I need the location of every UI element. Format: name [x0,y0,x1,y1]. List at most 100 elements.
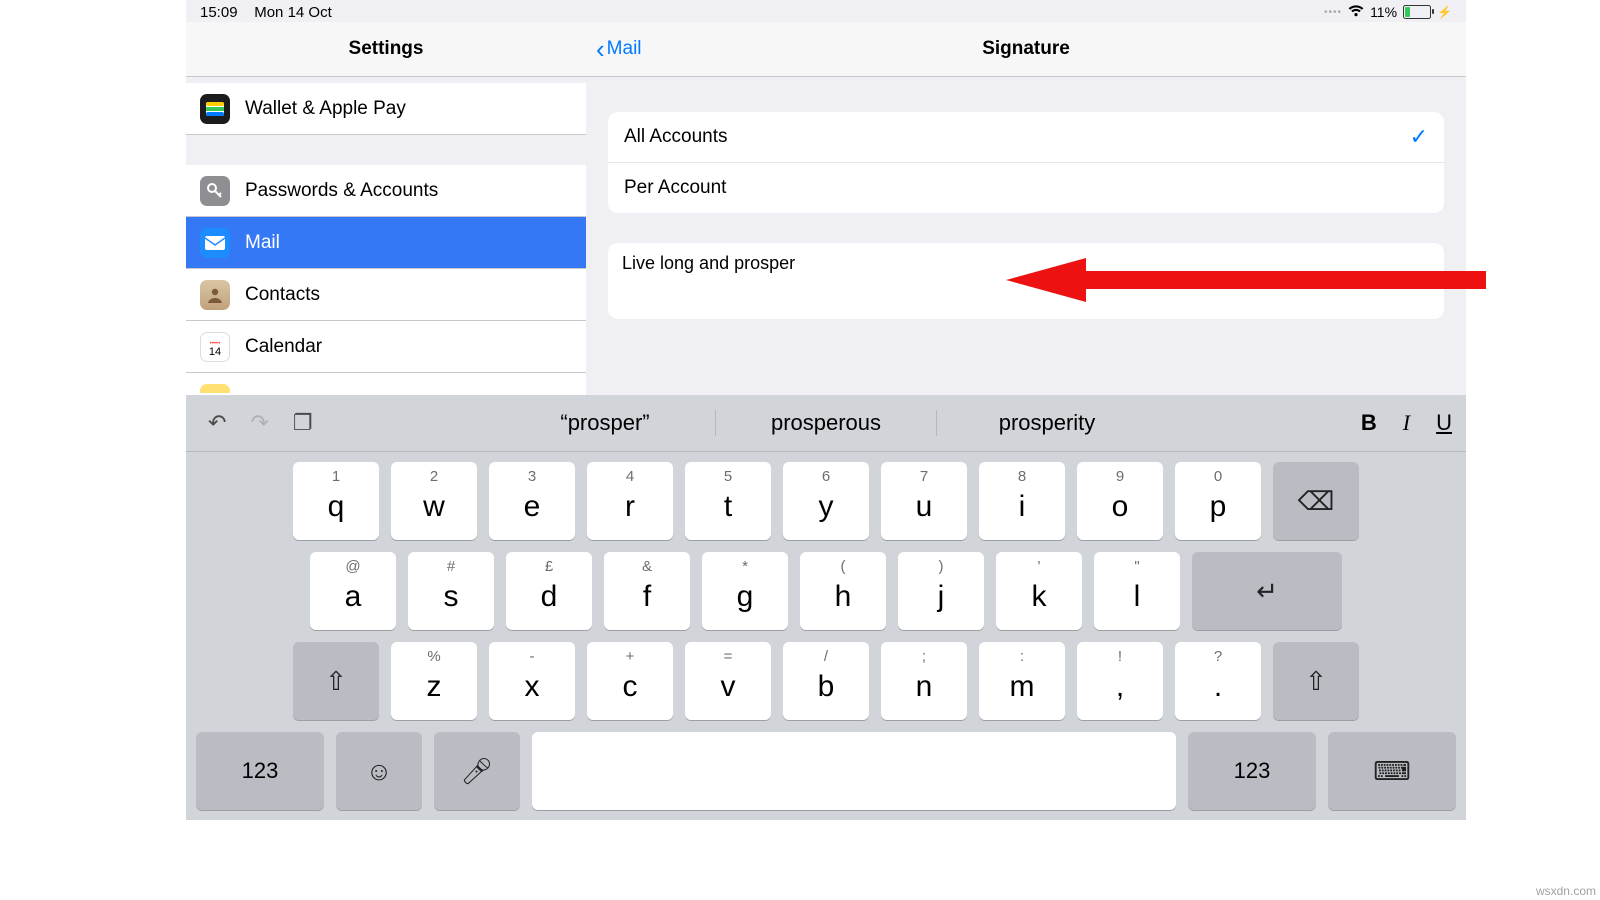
hide-keyboard-key[interactable]: ⌨︎ [1328,732,1456,810]
key-main-label: h [835,580,852,614]
key-main-label: f [643,580,651,614]
settings-row-calendar[interactable]: •••••14 Calendar [186,321,586,373]
signature-scope-group: All Accounts ✓ Per Account [608,112,1444,213]
settings-row-contacts[interactable]: Contacts [186,269,586,321]
key-alt-label: ( [841,558,846,575]
key-alt-label: 5 [724,468,732,485]
key-e[interactable]: 3e [489,462,575,540]
key-z[interactable]: %z [391,642,477,720]
key-alt-label: " [1134,558,1139,575]
return-icon: ↵ [1256,576,1278,607]
key-main-label: , [1116,670,1124,704]
settings-row-passwords[interactable]: Passwords & Accounts [186,165,586,217]
numbers-key[interactable]: 123 [1188,732,1316,810]
back-button[interactable]: ‹ Mail [596,22,642,76]
key-alt-label: 9 [1116,468,1124,485]
key-alt-label: ' [1038,558,1041,575]
key-main-label: a [345,580,362,614]
key-main-label: v [721,670,736,704]
emoji-key[interactable]: ☺ [336,732,422,810]
key-main-label: i [1019,490,1026,524]
keyboard-format: B I U [1361,410,1452,436]
key-,[interactable]: !, [1077,642,1163,720]
settings-title: Settings [349,38,424,60]
suggestion[interactable]: prosperity [937,410,1157,436]
dictation-key[interactable]: 🎤︎ [434,732,520,810]
key-w[interactable]: 2w [391,462,477,540]
keyboard-suggestions: “prosper” prosperous prosperity [186,410,1466,436]
key-d[interactable]: £d [506,552,592,630]
key-main-label: t [724,490,732,524]
emoji-icon: ☺ [366,756,393,787]
suggestion[interactable]: “prosper” [495,410,716,436]
key-o[interactable]: 9o [1077,462,1163,540]
key-j[interactable]: )j [898,552,984,630]
key-main-label: . [1214,670,1222,704]
onscreen-keyboard: ↶ ↷ ❐ “prosper” prosperous prosperity B … [186,395,1466,820]
key-alt-label: 1 [332,468,340,485]
key-a[interactable]: @a [310,552,396,630]
status-date: Mon 14 Oct [254,4,332,21]
calendar-icon: •••••14 [200,332,230,362]
settings-row-label: Calendar [245,336,322,358]
key-y[interactable]: 6y [783,462,869,540]
back-label: Mail [607,38,642,60]
key-b[interactable]: /b [783,642,869,720]
key-alt-label: 0 [1214,468,1222,485]
key-l[interactable]: "l [1094,552,1180,630]
key-f[interactable]: &f [604,552,690,630]
option-per-account[interactable]: Per Account [608,163,1444,213]
key-.[interactable]: ?. [1175,642,1261,720]
suggestion[interactable]: prosperous [716,410,937,436]
spacebar-key[interactable] [532,732,1176,810]
settings-row-label: Contacts [245,284,320,306]
backspace-key[interactable]: ⌫ [1273,462,1359,540]
shift-key[interactable]: ⇧ [293,642,379,720]
settings-row-wallet[interactable]: Wallet & Apple Pay [186,83,586,135]
detail-navbar: ‹ Mail Signature [586,22,1466,77]
charging-icon: ⚡ [1437,5,1452,19]
key-main-label: d [541,580,558,614]
settings-row-mail[interactable]: Mail [186,217,586,269]
key-s[interactable]: #s [408,552,494,630]
key-h[interactable]: (h [800,552,886,630]
key-k[interactable]: 'k [996,552,1082,630]
key-m[interactable]: :m [979,642,1065,720]
key-main-label: g [737,580,754,614]
key-r[interactable]: 4r [587,462,673,540]
key-n[interactable]: ;n [881,642,967,720]
return-key[interactable]: ↵ [1192,552,1342,630]
watermark: wsxdn.com [1536,884,1596,898]
key-main-label: x [525,670,540,704]
option-all-accounts[interactable]: All Accounts ✓ [608,112,1444,163]
key-u[interactable]: 7u [881,462,967,540]
numbers-key[interactable]: 123 [196,732,324,810]
key-i[interactable]: 8i [979,462,1065,540]
battery-icon [1403,5,1431,19]
settings-row-label: Wallet & Apple Pay [245,98,406,120]
key-t[interactable]: 5t [685,462,771,540]
underline-button[interactable]: U [1436,410,1452,436]
key-alt-label: @ [345,558,360,575]
shift-key[interactable]: ⇧ [1273,642,1359,720]
key-x[interactable]: -x [489,642,575,720]
key-alt-label: ? [1214,648,1222,665]
key-q[interactable]: 1q [293,462,379,540]
svg-text:14: 14 [209,346,221,358]
italic-button[interactable]: I [1403,410,1410,436]
key-main-label: n [916,670,933,704]
key-alt-label: 3 [528,468,536,485]
key-p[interactable]: 0p [1175,462,1261,540]
key-main-label: e [524,490,541,524]
key-c[interactable]: +c [587,642,673,720]
settings-navbar: Settings [186,22,586,77]
bold-button[interactable]: B [1361,410,1377,436]
key-v[interactable]: =v [685,642,771,720]
key-g[interactable]: *g [702,552,788,630]
option-label: All Accounts [624,126,728,148]
key-alt-label: : [1020,648,1024,665]
key-main-label: b [818,670,835,704]
status-time: 15:09 [200,4,238,21]
wifi-icon [1348,4,1364,20]
signature-text-field[interactable]: Live long and prosper [608,243,1444,319]
